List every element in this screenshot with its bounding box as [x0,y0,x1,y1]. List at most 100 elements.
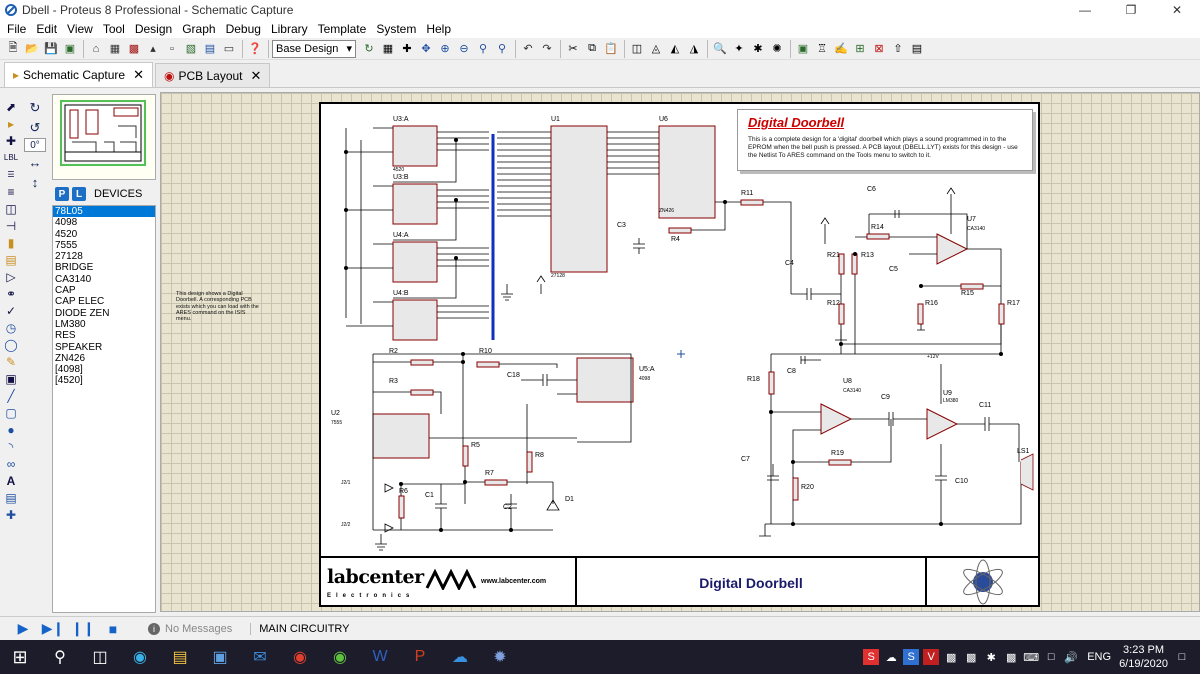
tray-icon[interactable]: ▩ [963,649,979,665]
block-delete-icon[interactable]: ◮ [685,40,703,58]
schematic-sheet[interactable]: This design shows a Digital Doorbell. A … [176,102,1040,607]
open-file-icon[interactable]: 📂 [23,40,41,58]
junction-dot-icon[interactable]: ✚ [1,132,21,149]
word-icon[interactable]: W [360,640,400,674]
task-view-icon[interactable]: ◫ [80,640,120,674]
close-tab-icon[interactable]: ✕ [133,67,144,83]
list-item[interactable]: 78L05 [53,206,155,218]
subcircuit-icon[interactable]: ◫ [1,200,21,217]
store-icon[interactable]: ▣ [200,640,240,674]
help-icon[interactable]: ❓ [246,40,264,58]
chrome-icon[interactable]: ◉ [280,640,320,674]
notifications-icon[interactable]: □ [1174,649,1190,665]
file-explorer-icon[interactable]: ▤ [160,640,200,674]
list-item[interactable]: LM380 [53,319,155,330]
save-icon[interactable]: 💾 [42,40,60,58]
line-icon[interactable]: ╱ [1,387,21,404]
rotate-cw-icon[interactable]: ↻ [24,98,46,118]
library-manager-button[interactable]: L [72,187,86,201]
copy-icon[interactable]: ⧉ [583,40,601,58]
menu-help[interactable]: Help [422,22,457,36]
text-icon[interactable]: A [1,472,21,489]
list-item[interactable]: CAP ELEC [53,296,155,307]
package-tool-icon[interactable]: ✱ [749,40,767,58]
app-red-icon[interactable]: S [863,649,880,665]
new-file-icon[interactable]: 🗎 [4,40,22,58]
search-tag-icon[interactable]: ♖ [813,40,831,58]
volume-icon[interactable]: 🔊 [1063,649,1079,665]
menu-file[interactable]: File [3,22,32,36]
rotate-ccw-icon[interactable]: ↺ [24,118,46,138]
generator-icon[interactable]: ⚭ [1,285,21,302]
list-item[interactable]: ZN426 [53,353,155,364]
block-copy-icon[interactable]: ◫ [628,40,646,58]
instrument-icon[interactable]: ◯ [1,336,21,353]
overview-window[interactable] [52,94,156,180]
menu-design[interactable]: Design [131,22,178,36]
step-icon[interactable]: ▶❙ [38,618,68,640]
wire-label-icon[interactable]: LBL [1,149,21,166]
restore-button[interactable]: ❐ [1108,0,1154,20]
path-icon[interactable]: ∞ [1,455,21,472]
list-item[interactable]: 4520 [53,229,155,240]
virtual-instrument-icon[interactable]: ◷ [1,319,21,336]
tab-schematic-capture[interactable]: ▸ Schematic Capture ✕ [4,62,153,87]
onedrive-icon[interactable]: ☁ [440,640,480,674]
redo-icon[interactable]: ↷ [538,40,556,58]
arc-icon[interactable]: ◝ [1,438,21,455]
pen-icon[interactable]: ✎ [1,353,21,370]
list-item[interactable]: RES [53,330,155,341]
pause-icon[interactable]: ❙❙ [68,618,98,640]
mirror-y-icon[interactable]: ↕ [24,172,46,192]
language-indicator[interactable]: ENG [1087,651,1111,663]
menu-view[interactable]: View [63,22,99,36]
design-combo[interactable]: Base Design ▾ [272,39,356,58]
component-mode-icon[interactable]: ▸ [1,115,21,132]
rotation-value[interactable]: 0° [24,138,46,152]
undo-icon[interactable]: ↶ [519,40,537,58]
clock[interactable]: 3:23 PM 6/19/2020 [1119,643,1168,671]
cut-icon[interactable]: ✂ [564,40,582,58]
windows-start-icon[interactable]: ⊞ [0,640,40,674]
play-icon[interactable]: ▶ [8,618,38,640]
overview-viewport[interactable] [60,100,146,166]
block-move-icon[interactable]: ◬ [647,40,665,58]
pick-devices-button[interactable]: P [55,187,69,201]
app-v-icon[interactable]: V [923,649,940,665]
terminals-icon[interactable]: ⊣ [1,217,21,234]
3d-icon[interactable]: ▴ [144,40,162,58]
cloud-icon[interactable]: ☁ [883,649,899,665]
block-rotate-icon[interactable]: ◭ [666,40,684,58]
active-popup-icon[interactable]: ▷ [1,268,21,285]
probe-icon[interactable]: ✓ [1,302,21,319]
pcb-icon[interactable]: ▩ [125,40,143,58]
schematic-canvas[interactable]: This design shows a Digital Doorbell. A … [160,92,1200,612]
home-icon[interactable]: ⌂ [87,40,105,58]
remove-sheet-icon[interactable]: ⊠ [870,40,888,58]
minimize-button[interactable]: — [1062,0,1108,20]
selection-mode-icon[interactable]: ⬈ [1,98,21,115]
menu-system[interactable]: System [372,22,422,36]
schematic-icon[interactable]: ▦ [106,40,124,58]
list-item[interactable]: SPEAKER [53,342,155,353]
tab-pcb-layout[interactable]: ◉ PCB Layout ✕ [154,63,271,87]
zoom-all-icon[interactable]: ⚲ [474,40,492,58]
netlist-icon[interactable]: ▤ [908,40,926,58]
import-icon[interactable]: ▣ [61,40,79,58]
list-item[interactable]: [4098] [53,364,155,375]
gerber-icon[interactable]: ▫ [163,40,181,58]
symbol-icon[interactable]: ▤ [1,489,21,506]
device-pins-icon[interactable]: ▮ [1,234,21,251]
list-item[interactable]: [4520] [53,375,155,386]
grid-icon[interactable]: ▦ [379,40,397,58]
buses-icon[interactable]: ≡ [1,183,21,200]
app-green-icon[interactable]: ◉ [320,640,360,674]
pick-device-icon[interactable]: 🔍 [711,40,729,58]
list-item[interactable]: DIODE ZEN [53,308,155,319]
paste-icon[interactable]: 📋 [602,40,620,58]
edge-icon[interactable]: ◉ [120,640,160,674]
menu-template[interactable]: Template [314,22,373,36]
close-window-button[interactable]: ✕ [1154,0,1200,20]
menu-library[interactable]: Library [267,22,314,36]
exit-parent-icon[interactable]: ⇧ [889,40,907,58]
